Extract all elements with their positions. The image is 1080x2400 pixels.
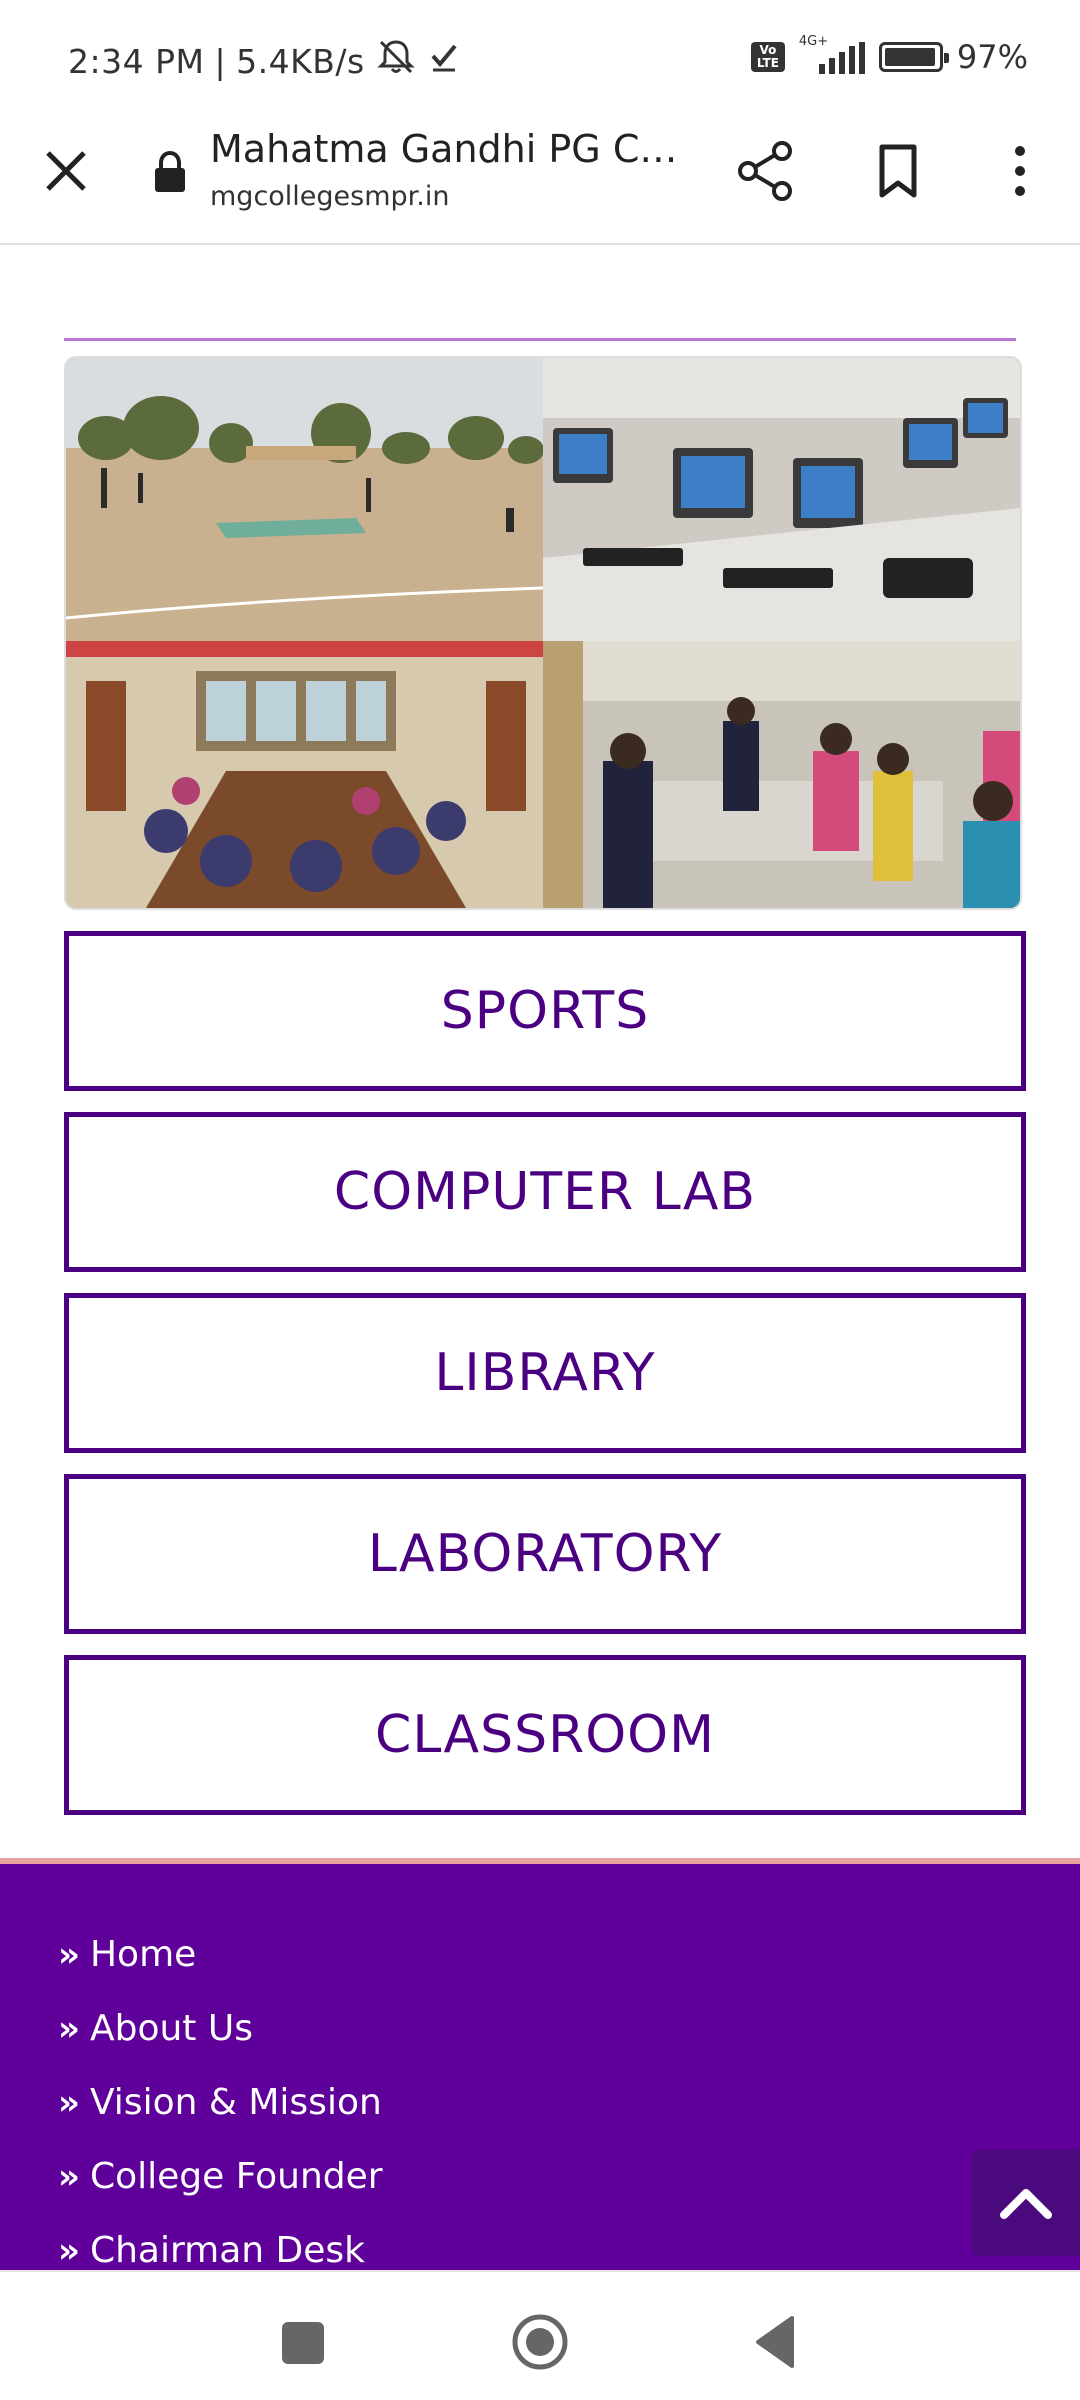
laboratory-photo	[543, 641, 1020, 908]
browser-toolbar: Mahatma Gandhi PG Co... mgcollegesmpr.in	[0, 115, 1080, 245]
home-icon[interactable]	[510, 2312, 570, 2372]
heading-divider	[64, 338, 1016, 341]
bookmark-icon[interactable]	[868, 139, 928, 203]
status-left: 2:34 PM | 5.4KB/s	[68, 38, 461, 84]
network-speed: 5.4KB/s	[236, 41, 365, 81]
double-chevron-right-icon: »	[58, 1934, 80, 1975]
footer-link-about-us[interactable]: » About Us	[58, 2008, 253, 2049]
signal-icon: 4G+	[799, 34, 865, 74]
battery-icon	[878, 42, 949, 72]
footer-link-label: Vision & Mission	[89, 2082, 382, 2123]
footer-link-college-founder[interactable]: » College Founder	[58, 2156, 383, 2197]
computer-lab-photo	[543, 358, 1020, 641]
footer-link-label: About Us	[89, 2008, 253, 2049]
double-chevron-right-icon: »	[58, 2156, 80, 2197]
status-time: 2:34 PM	[68, 41, 205, 81]
chevron-up-icon	[1000, 2189, 1052, 2219]
lock-icon[interactable]	[150, 149, 190, 195]
page-title[interactable]: Mahatma Gandhi PG Co...	[210, 127, 690, 171]
status-separator: |	[214, 41, 227, 81]
close-icon[interactable]	[36, 141, 96, 201]
double-chevron-right-icon: »	[58, 2082, 80, 2123]
check-icon	[427, 40, 461, 82]
laboratory-button[interactable]: LABORATORY	[64, 1474, 1026, 1634]
status-bar: 2:34 PM | 5.4KB/s Vo LTE 4G+ 97%	[0, 0, 1080, 115]
recents-icon[interactable]	[282, 2322, 324, 2364]
system-nav-bar	[0, 2270, 1080, 2400]
scroll-to-top-button[interactable]	[972, 2150, 1080, 2256]
library-photo	[66, 641, 543, 908]
more-vert-icon[interactable]	[1000, 139, 1040, 203]
double-chevron-right-icon: »	[58, 2230, 80, 2271]
library-button[interactable]: LIBRARY	[64, 1293, 1026, 1453]
classroom-button[interactable]: CLASSROOM	[64, 1655, 1026, 1815]
mute-alarm-icon	[375, 38, 417, 84]
status-right: Vo LTE 4G+ 97%	[750, 34, 1028, 76]
computer-lab-button[interactable]: COMPUTER LAB	[64, 1112, 1026, 1272]
back-icon[interactable]	[752, 2314, 798, 2370]
footer-link-label: Home	[89, 1934, 197, 1975]
footer-link-chairman-desk[interactable]: » Chairman Desk	[58, 2230, 365, 2270]
footer-link-home[interactable]: » Home	[58, 1934, 196, 1975]
sports-ground-photo	[66, 358, 543, 641]
footer: » Home » About Us » Vision & Mission » C…	[0, 1858, 1080, 2270]
footer-link-label: College Founder	[89, 2156, 383, 2197]
volte-icon: Vo LTE	[750, 42, 785, 72]
share-icon[interactable]	[736, 139, 796, 203]
page-heading: FACILITIES	[64, 247, 527, 267]
battery-fill	[884, 48, 935, 66]
footer-link-vision-mission[interactable]: » Vision & Mission	[58, 2082, 382, 2123]
sports-button[interactable]: SPORTS	[64, 931, 1026, 1091]
battery-percent: 97%	[956, 38, 1028, 76]
footer-link-label: Chairman Desk	[89, 2230, 366, 2270]
facilities-gallery	[64, 356, 1022, 910]
double-chevron-right-icon: »	[58, 2008, 80, 2049]
page-url[interactable]: mgcollegesmpr.in	[210, 181, 450, 212]
